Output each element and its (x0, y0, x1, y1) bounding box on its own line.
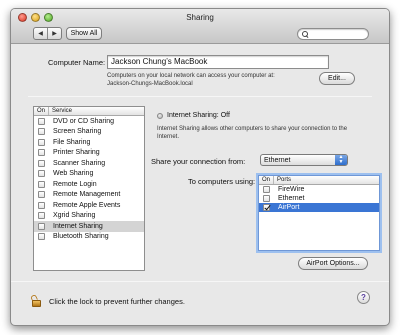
service-label: Web Sharing (53, 170, 94, 178)
service-row[interactable]: Remote Apple Events (34, 200, 144, 211)
service-checkbox[interactable] (38, 191, 45, 199)
ports-list[interactable]: On Ports FireWire Ethernet AirPort (258, 175, 380, 251)
service-row[interactable]: Internet Sharing (34, 221, 144, 232)
ports-list-header: On Ports (259, 176, 379, 185)
port-checkbox[interactable] (263, 195, 270, 202)
forward-icon[interactable]: ▶ (48, 28, 61, 39)
description-line-2: Internet. (157, 134, 180, 140)
service-checkbox[interactable] (38, 170, 45, 178)
title-bar: Sharing ◀ ▶ Show All (11, 9, 389, 44)
service-row[interactable]: Scanner Sharing (34, 158, 144, 169)
service-checkbox[interactable] (38, 159, 45, 167)
port-label: AirPort (278, 204, 300, 211)
port-row[interactable]: FireWire (259, 185, 379, 194)
service-row[interactable]: File Sharing (34, 137, 144, 148)
service-checkbox[interactable] (38, 233, 45, 241)
search-icon (302, 30, 309, 38)
service-label: Scanner Sharing (53, 159, 106, 167)
service-row[interactable]: Xgrid Sharing (34, 211, 144, 222)
service-row[interactable]: Web Sharing (34, 169, 144, 180)
service-list-header: On Service (34, 107, 144, 116)
computer-name-label: Computer Name: (48, 58, 106, 67)
service-label: Internet Sharing (53, 222, 103, 230)
navigation-buttons: ◀ ▶ (33, 27, 62, 40)
chevron-updown-icon: ▲ ▼ (335, 155, 347, 165)
service-checkbox[interactable] (38, 138, 45, 146)
status-indicator-icon (157, 113, 163, 119)
service-checkbox[interactable] (38, 212, 45, 220)
service-list[interactable]: On Service DVD or CD Sharing Screen Shari… (33, 106, 145, 271)
service-checkbox[interactable] (38, 201, 45, 209)
service-checkbox[interactable] (38, 117, 45, 125)
help-button[interactable]: ? (357, 291, 370, 304)
back-icon[interactable]: ◀ (34, 28, 48, 39)
service-row[interactable]: Bluetooth Sharing (34, 232, 144, 243)
search-input[interactable] (297, 28, 369, 40)
service-label: DVD or CD Sharing (53, 117, 115, 125)
port-label: Ethernet (278, 195, 305, 202)
service-checkbox[interactable] (38, 180, 45, 188)
column-header-on[interactable]: On (34, 107, 49, 115)
show-all-button[interactable]: Show All (66, 27, 102, 40)
service-row[interactable]: DVD or CD Sharing (34, 116, 144, 127)
port-checkbox[interactable] (263, 204, 270, 211)
service-label: Screen Sharing (53, 128, 102, 136)
lock-text: Click the lock to prevent further change… (49, 297, 185, 306)
service-label: Xgrid Sharing (53, 212, 96, 220)
window-title: Sharing (186, 13, 214, 22)
column-header-service[interactable]: Service (49, 107, 72, 115)
share-from-label: Share your connection from: (151, 157, 246, 166)
service-label: Remote Management (53, 191, 121, 199)
port-label: FireWire (278, 186, 305, 193)
description-line-1: Internet Sharing allows other computers … (157, 126, 348, 132)
computer-name-field[interactable]: Jackson Chung’s MacBook (107, 55, 329, 69)
divider (28, 96, 372, 97)
service-checkbox[interactable] (38, 149, 45, 157)
service-checkbox[interactable] (38, 222, 45, 230)
share-from-select[interactable]: Ethernet ▲ ▼ (260, 154, 348, 166)
to-computers-label: To computers using: (188, 177, 256, 186)
footer-divider (11, 281, 389, 282)
network-address: Jackson-Chungs-MacBook.local (107, 81, 193, 87)
service-label: Remote Apple Events (53, 201, 121, 209)
service-checkbox[interactable] (38, 128, 45, 136)
service-row[interactable]: Screen Sharing (34, 127, 144, 138)
sharing-status: Internet Sharing: Off (167, 112, 230, 119)
column-header-on[interactable]: On (259, 176, 274, 184)
service-row[interactable]: Remote Login (34, 179, 144, 190)
airport-options-button[interactable]: AirPort Options... (298, 257, 368, 270)
service-label: File Sharing (53, 138, 91, 146)
port-row[interactable]: Ethernet (259, 194, 379, 203)
sharing-window: Sharing ◀ ▶ Show All Computer Name: Jack… (10, 8, 390, 326)
service-label: Bluetooth Sharing (53, 233, 109, 241)
edit-button[interactable]: Edit... (319, 72, 355, 85)
service-label: Printer Sharing (53, 149, 100, 157)
lock-icon[interactable] (30, 294, 42, 307)
service-label: Remote Login (53, 180, 97, 188)
column-header-ports[interactable]: Ports (274, 176, 291, 184)
port-row[interactable]: AirPort (259, 203, 379, 212)
port-checkbox[interactable] (263, 186, 270, 193)
service-row[interactable]: Printer Sharing (34, 148, 144, 159)
service-row[interactable]: Remote Management (34, 190, 144, 201)
network-address-note: Computers on your local network can acce… (107, 73, 275, 79)
